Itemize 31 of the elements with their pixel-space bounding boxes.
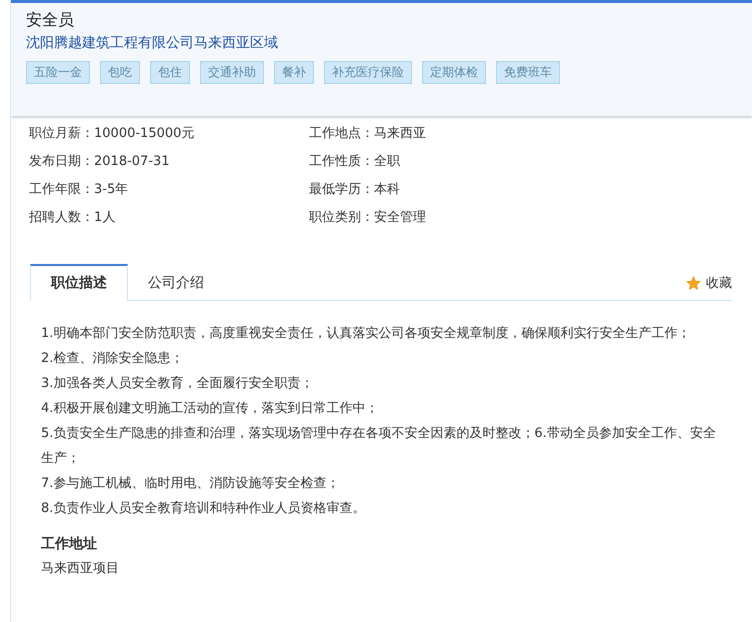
benefit-tag: 定期体检 bbox=[422, 61, 486, 84]
job-info-text: 发布日期：2018-07-31 bbox=[29, 153, 171, 171]
job-info-text: 工作地点：马来西亚 bbox=[309, 125, 427, 143]
description-text: 5.负责安全生产隐患的排查和治理，落实现场管理中存在各项不安全因素的及时整改；6.带动全员参加安全工作、安全生产； bbox=[41, 425, 717, 468]
job-info-text: 招聘人数：1人 bbox=[29, 209, 116, 227]
benefit-tag: 交通补助 bbox=[200, 61, 264, 84]
job-info-text: 工作年限：3-5年 bbox=[29, 181, 130, 199]
company-link[interactable]: 沈阳腾越建筑工程有限公司马来西亚区域 bbox=[26, 32, 278, 54]
job-info-text: 职位类别：安全管理 bbox=[309, 209, 427, 227]
benefit-tag: 五险一金 bbox=[26, 61, 90, 84]
job-info-text: 工作性质：全职 bbox=[309, 153, 401, 171]
benefit-tag: 包吃 bbox=[100, 61, 140, 84]
description-text: 4.积极开展创建文明施工活动的宣传，落实到日常工作中； bbox=[41, 400, 380, 418]
benefit-tag: 补充医疗保险 bbox=[324, 61, 412, 84]
job-info-text: 最低学历：本科 bbox=[309, 181, 401, 199]
description-text: 7.参与施工机械、临时用电、消防设施等安全检查； bbox=[41, 475, 340, 493]
job-title: 安全员 bbox=[26, 9, 75, 31]
benefit-tag: 包住 bbox=[150, 61, 190, 84]
benefit-tag: 免费班车 bbox=[496, 61, 560, 84]
star-icon[interactable] bbox=[686, 276, 701, 290]
description-text: 8.负责作业人员安全教育培训和特种作业人员资格审查。 bbox=[41, 500, 366, 518]
description-text: 2.检查、消除安全隐患； bbox=[41, 350, 184, 368]
benefit-tag: 餐补 bbox=[274, 61, 314, 84]
favorite-link[interactable]: 收藏 bbox=[706, 274, 732, 292]
tab[interactable]: 公司介绍 bbox=[128, 266, 224, 300]
section-heading: 工作地址 bbox=[41, 535, 98, 554]
description-text: 1.明确本部门安全防范职责，高度重视安全责任，认真落实公司各项安全规章制度，确保顺利实行安全生产工作； bbox=[41, 325, 692, 343]
description-text: 3.加强各类人员安全教育，全面履行安全职责； bbox=[41, 374, 314, 393]
job-info-text: 职位月薪：10000-15000元 bbox=[29, 125, 196, 143]
address-text: 马来西亚项目 bbox=[41, 560, 120, 578]
tab[interactable]: 职位描述 bbox=[30, 264, 128, 301]
